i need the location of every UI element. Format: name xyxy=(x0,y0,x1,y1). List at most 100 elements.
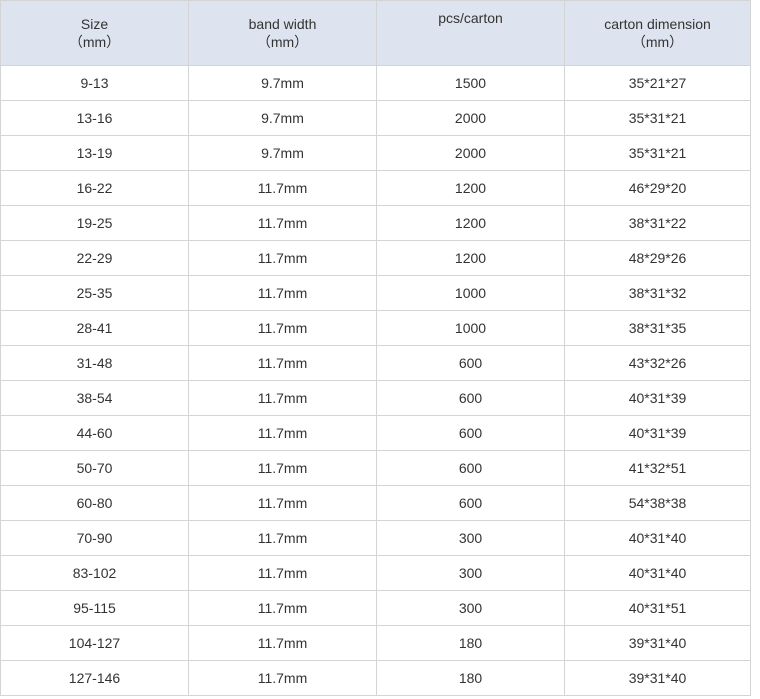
cell-size: 16-22 xyxy=(0,170,189,206)
cell-carton-dimension: 39*31*40 xyxy=(564,625,751,661)
table-row: 70-90 11.7mm 300 40*31*40 xyxy=(0,520,751,556)
cell-pcs-carton: 600 xyxy=(376,485,565,521)
cell-size: 38-54 xyxy=(0,380,189,416)
table-row: 50-70 11.7mm 600 41*32*51 xyxy=(0,450,751,486)
cell-band-width: 11.7mm xyxy=(188,660,377,696)
table-row: 38-54 11.7mm 600 40*31*39 xyxy=(0,380,751,416)
cell-pcs-carton: 2000 xyxy=(376,100,565,136)
header-band-width: band width （mm） xyxy=(188,0,377,66)
cell-carton-dimension: 40*31*51 xyxy=(564,590,751,626)
cell-band-width: 11.7mm xyxy=(188,485,377,521)
header-band-width-unit: （mm） xyxy=(256,34,309,50)
cell-size: 127-146 xyxy=(0,660,189,696)
cell-carton-dimension: 38*31*22 xyxy=(564,205,751,241)
cell-pcs-carton: 600 xyxy=(376,380,565,416)
cell-band-width: 11.7mm xyxy=(188,590,377,626)
cell-pcs-carton: 600 xyxy=(376,345,565,381)
cell-carton-dimension: 38*31*32 xyxy=(564,275,751,311)
cell-band-width: 11.7mm xyxy=(188,275,377,311)
cell-size: 13-19 xyxy=(0,135,189,171)
cell-carton-dimension: 38*31*35 xyxy=(564,310,751,346)
table-row: 9-13 9.7mm 1500 35*21*27 xyxy=(0,65,751,101)
spec-table: Size （mm） band width （mm） pcs/carton car… xyxy=(0,0,751,696)
cell-band-width: 9.7mm xyxy=(188,65,377,101)
table-row: 13-16 9.7mm 2000 35*31*21 xyxy=(0,100,751,136)
table-row: 127-146 11.7mm 180 39*31*40 xyxy=(0,660,751,696)
cell-size: 95-115 xyxy=(0,590,189,626)
cell-carton-dimension: 40*31*40 xyxy=(564,555,751,591)
header-pcs-carton: pcs/carton xyxy=(376,0,565,66)
cell-carton-dimension: 46*29*20 xyxy=(564,170,751,206)
table-row: 25-35 11.7mm 1000 38*31*32 xyxy=(0,275,751,311)
cell-pcs-carton: 1000 xyxy=(376,310,565,346)
cell-carton-dimension: 41*32*51 xyxy=(564,450,751,486)
cell-pcs-carton: 300 xyxy=(376,520,565,556)
table-row: 19-25 11.7mm 1200 38*31*22 xyxy=(0,205,751,241)
table-row: 44-60 11.7mm 600 40*31*39 xyxy=(0,415,751,451)
table-row: 31-48 11.7mm 600 43*32*26 xyxy=(0,345,751,381)
cell-pcs-carton: 1200 xyxy=(376,240,565,276)
table-row: 28-41 11.7mm 1000 38*31*35 xyxy=(0,310,751,346)
cell-size: 22-29 xyxy=(0,240,189,276)
header-pcs-carton-label: pcs/carton xyxy=(438,10,503,26)
cell-band-width: 9.7mm xyxy=(188,135,377,171)
cell-carton-dimension: 43*32*26 xyxy=(564,345,751,381)
cell-carton-dimension: 35*31*21 xyxy=(564,100,751,136)
cell-pcs-carton: 1000 xyxy=(376,275,565,311)
header-carton-dimension-unit: （mm） xyxy=(631,34,684,50)
cell-band-width: 11.7mm xyxy=(188,240,377,276)
cell-band-width: 11.7mm xyxy=(188,450,377,486)
cell-carton-dimension: 40*31*40 xyxy=(564,520,751,556)
cell-size: 44-60 xyxy=(0,415,189,451)
cell-pcs-carton: 2000 xyxy=(376,135,565,171)
table-row: 60-80 11.7mm 600 54*38*38 xyxy=(0,485,751,521)
header-size: Size （mm） xyxy=(0,0,189,66)
cell-pcs-carton: 300 xyxy=(376,555,565,591)
table-row: 22-29 11.7mm 1200 48*29*26 xyxy=(0,240,751,276)
cell-pcs-carton: 1500 xyxy=(376,65,565,101)
cell-pcs-carton: 180 xyxy=(376,660,565,696)
cell-band-width: 11.7mm xyxy=(188,310,377,346)
cell-band-width: 9.7mm xyxy=(188,100,377,136)
cell-band-width: 11.7mm xyxy=(188,625,377,661)
table-row: 16-22 11.7mm 1200 46*29*20 xyxy=(0,170,751,206)
header-size-unit: （mm） xyxy=(68,34,121,50)
cell-size: 60-80 xyxy=(0,485,189,521)
cell-carton-dimension: 35*31*21 xyxy=(564,135,751,171)
cell-carton-dimension: 40*31*39 xyxy=(564,415,751,451)
cell-pcs-carton: 1200 xyxy=(376,170,565,206)
table-row: 83-102 11.7mm 300 40*31*40 xyxy=(0,555,751,591)
table-row: 95-115 11.7mm 300 40*31*51 xyxy=(0,590,751,626)
cell-size: 50-70 xyxy=(0,450,189,486)
cell-band-width: 11.7mm xyxy=(188,520,377,556)
table-body: 9-13 9.7mm 1500 35*21*27 13-16 9.7mm 2000 35*31… xyxy=(0,65,751,696)
cell-band-width: 11.7mm xyxy=(188,205,377,241)
cell-band-width: 11.7mm xyxy=(188,415,377,451)
cell-size: 104-127 xyxy=(0,625,189,661)
table-header: Size （mm） band width （mm） pcs/carton car… xyxy=(0,0,751,66)
header-carton-dimension-label: carton dimension xyxy=(604,16,711,32)
cell-size: 28-41 xyxy=(0,310,189,346)
header-band-width-label: band width xyxy=(248,16,317,32)
cell-band-width: 11.7mm xyxy=(188,170,377,206)
cell-size: 19-25 xyxy=(0,205,189,241)
table-row: 104-127 11.7mm 180 39*31*40 xyxy=(0,625,751,661)
cell-size: 31-48 xyxy=(0,345,189,381)
cell-pcs-carton: 300 xyxy=(376,590,565,626)
cell-carton-dimension: 39*31*40 xyxy=(564,660,751,696)
cell-band-width: 11.7mm xyxy=(188,345,377,381)
cell-size: 13-16 xyxy=(0,100,189,136)
header-row: Size （mm） band width （mm） pcs/carton car… xyxy=(0,0,751,66)
cell-band-width: 11.7mm xyxy=(188,555,377,591)
cell-size: 83-102 xyxy=(0,555,189,591)
cell-pcs-carton: 1200 xyxy=(376,205,565,241)
cell-carton-dimension: 54*38*38 xyxy=(564,485,751,521)
header-size-label: Size xyxy=(80,16,109,32)
header-carton-dimension: carton dimension （mm） xyxy=(564,0,751,66)
cell-band-width: 11.7mm xyxy=(188,380,377,416)
cell-pcs-carton: 600 xyxy=(376,415,565,451)
cell-size: 25-35 xyxy=(0,275,189,311)
cell-size: 9-13 xyxy=(0,65,189,101)
cell-carton-dimension: 35*21*27 xyxy=(564,65,751,101)
cell-carton-dimension: 40*31*39 xyxy=(564,380,751,416)
